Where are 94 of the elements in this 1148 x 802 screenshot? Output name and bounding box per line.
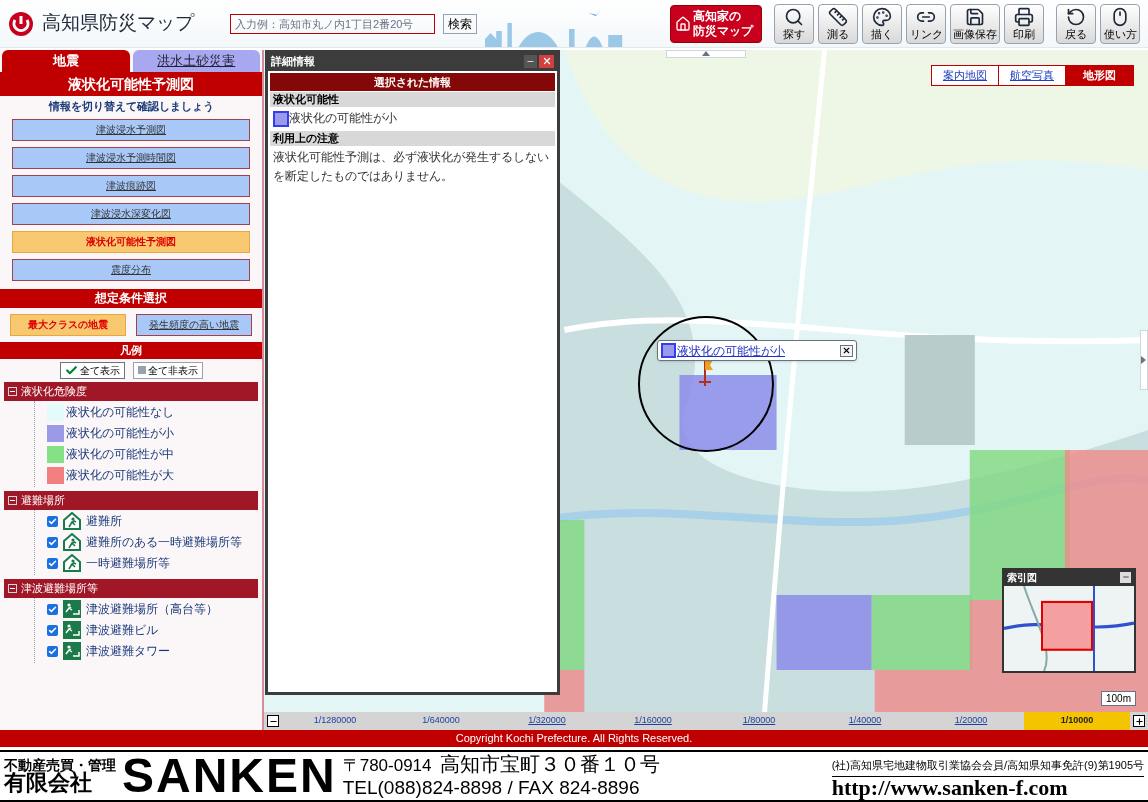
toolbar-button[interactable]: 描く xyxy=(862,3,902,44)
group-label: 津波避難場所等 xyxy=(21,580,98,596)
tsunami-shelter-icon xyxy=(63,600,81,618)
ad-company-type: 有限会社 xyxy=(4,772,92,794)
section-header: 凡例 xyxy=(0,341,262,359)
ad-postal-code: 〒780-0914 xyxy=(342,755,432,777)
scale-option[interactable]: 1/160000 xyxy=(600,712,706,730)
checkbox[interactable] xyxy=(47,515,58,527)
app-title: 高知県防災マップ xyxy=(42,11,196,36)
legend-label: 避難所のある一時避難場所等 xyxy=(86,534,242,551)
map-layer-button[interactable]: 津波浸水予測図 xyxy=(12,118,250,141)
panel-subtitle: 情報を切り替えて確認しましょう xyxy=(47,99,215,114)
save-icon xyxy=(965,7,985,27)
home-icon xyxy=(675,15,691,32)
checkbox[interactable] xyxy=(47,603,58,615)
copyright-bar: Copyright Kochi Prefecture. All Rights Reserved. xyxy=(0,730,1148,747)
zoom-out-button[interactable] xyxy=(267,715,279,727)
square-icon xyxy=(137,366,146,374)
legend-label: 液状化の可能性が小 xyxy=(66,425,174,442)
condition-button[interactable]: 発生頻度の高い地震 xyxy=(136,313,252,336)
toolbar-button[interactable]: 測る xyxy=(818,3,858,44)
show-all-button[interactable]: 全て表示 xyxy=(59,361,125,379)
legend-label: 液状化の可能性なし xyxy=(66,404,174,421)
legend-label: 液状化の可能性が中 xyxy=(66,446,174,463)
collapse-icon[interactable] xyxy=(8,386,17,396)
toolbar-button[interactable]: 画像保存 xyxy=(950,3,1000,44)
printer-icon xyxy=(1014,7,1034,27)
toolbar-button[interactable]: リンク xyxy=(906,3,946,44)
toolbar-button[interactable]: 印刷 xyxy=(1004,3,1044,44)
hide-all-button[interactable]: 全て非表示 xyxy=(132,361,203,379)
check-icon xyxy=(64,363,78,377)
group-label: 避難場所 xyxy=(21,492,65,508)
collapse-icon[interactable] xyxy=(8,583,17,593)
map-layer-button[interactable]: 津波浸水深変化図 xyxy=(12,202,250,225)
toolbar-button[interactable]: 使い方 xyxy=(1100,3,1140,44)
legend-label: 津波避難ビル xyxy=(86,622,158,639)
legend-label: 一時避難場所等 xyxy=(86,555,170,572)
scale-option[interactable]: 1/10000 xyxy=(1024,712,1130,730)
bousai-map-button[interactable]: 高知家の 防災マップ xyxy=(670,4,762,43)
checkbox[interactable] xyxy=(47,645,58,657)
shelter-icon xyxy=(63,533,81,551)
panel-title: 液状化可能性予測図 xyxy=(0,72,262,96)
checkbox[interactable] xyxy=(47,624,58,636)
ad-phone: TEL(088)824-8898 / FAX 824-8896 xyxy=(342,777,641,799)
legend-label: 避難所 xyxy=(86,513,122,530)
zoom-in-button[interactable] xyxy=(1133,715,1145,727)
scale-option[interactable]: 1/20000 xyxy=(918,712,1024,730)
search-icon xyxy=(784,7,804,27)
checkbox[interactable] xyxy=(47,557,58,569)
legend-label: 津波避難場所（高台等） xyxy=(86,601,218,618)
scale-option[interactable]: 1/640000 xyxy=(388,712,494,730)
check-icon xyxy=(48,558,57,568)
palette-icon xyxy=(872,7,892,27)
search-field[interactable]: 入力例：高知市丸ノ内1丁目2番20号 xyxy=(230,13,435,34)
group-label: 液状化危険度 xyxy=(21,383,87,399)
tab[interactable]: 地震 xyxy=(2,50,130,72)
check-icon xyxy=(48,625,57,635)
ad-license: (社)高知県宅地建物取引業協会会員/高知県知事免許(9)第1905号 xyxy=(831,753,1144,777)
scale-option[interactable]: 1/1280000 xyxy=(282,712,388,730)
back-icon xyxy=(1066,7,1086,27)
ad-tagline: 不動産売買・管理 xyxy=(4,758,116,772)
map-layer-button[interactable]: 津波痕跡図 xyxy=(12,174,250,197)
toolbar-button[interactable]: 探す xyxy=(774,3,814,44)
scale-option[interactable]: 1/40000 xyxy=(812,712,918,730)
shelter-icon xyxy=(63,512,81,530)
section-header: 想定条件選択 xyxy=(0,288,262,308)
search-button[interactable]: 検索 xyxy=(443,13,477,34)
plus-icon xyxy=(1134,716,1144,726)
mouse-icon xyxy=(1110,7,1130,27)
legend-label: 津波避難タワー xyxy=(86,643,170,660)
legend-group-header[interactable]: 避難場所 xyxy=(4,490,258,510)
tab[interactable]: 洪水土砂災害 xyxy=(132,50,260,72)
map-layer-button[interactable]: 津波浸水予測時間図 xyxy=(12,146,250,169)
check-icon xyxy=(48,537,57,547)
scale-option[interactable]: 1/320000 xyxy=(494,712,600,730)
tsunami-shelter-icon xyxy=(63,621,81,639)
collapse-icon[interactable] xyxy=(8,495,17,505)
check-icon xyxy=(48,604,57,614)
map-layer-button[interactable]: 震度分布 xyxy=(12,258,250,281)
shelter-icon xyxy=(63,554,81,572)
ad-url: http://www.sanken-f.com xyxy=(831,776,1069,799)
checkbox[interactable] xyxy=(47,536,58,548)
toolbar-button[interactable]: 戻る xyxy=(1056,3,1096,44)
ad-address: 高知市宝町３０番１０号 xyxy=(439,753,660,775)
ruler-icon xyxy=(828,7,848,27)
tsunami-shelter-icon xyxy=(63,642,81,660)
ad-logo-text: SANKEN xyxy=(122,752,337,800)
logo-icon xyxy=(8,10,34,37)
scale-option[interactable]: 1/80000 xyxy=(706,712,812,730)
legend-group-header[interactable]: 津波避難場所等 xyxy=(4,578,258,598)
legend-label: 液状化の可能性が大 xyxy=(66,467,174,484)
check-icon xyxy=(48,646,57,656)
legend-group-header[interactable]: 液状化危険度 xyxy=(4,381,258,401)
check-icon xyxy=(48,516,57,526)
